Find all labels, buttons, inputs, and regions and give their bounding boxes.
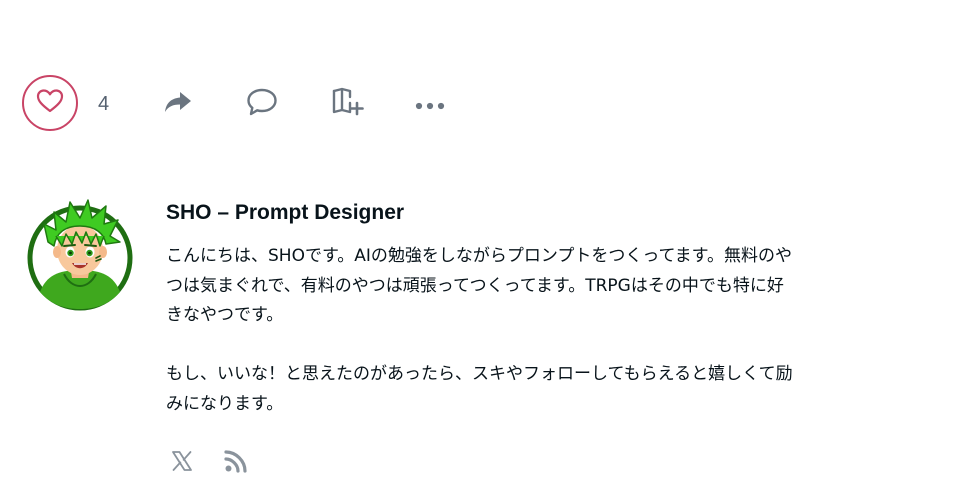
share-arrow-icon bbox=[163, 90, 193, 118]
comment-button[interactable] bbox=[245, 88, 279, 120]
x-link[interactable] bbox=[168, 450, 196, 476]
bio-line: もし、いいな！と思えたのがあったら、スキやフォローしてもらえると嬉しくて励 bbox=[166, 364, 793, 384]
rss-icon bbox=[224, 449, 248, 477]
more-dots-icon bbox=[415, 95, 445, 114]
like-button[interactable] bbox=[22, 75, 78, 131]
heart-icon bbox=[36, 88, 64, 118]
social-links bbox=[168, 450, 268, 478]
bio-paragraph-gap bbox=[166, 331, 946, 361]
bio-line: こんにちは、SHOです。AIの勉強をしながらプロンプトをつくってます。無料のや bbox=[166, 246, 792, 266]
x-logo-icon bbox=[171, 450, 193, 476]
like-count: 4 bbox=[98, 93, 110, 115]
magazine-add-button[interactable] bbox=[331, 87, 365, 121]
bio-line: みになります。 bbox=[166, 393, 284, 414]
share-button[interactable] bbox=[161, 88, 195, 120]
bio-line: きなやつです。 bbox=[166, 305, 284, 325]
rss-link[interactable] bbox=[222, 450, 250, 476]
comment-bubble-icon bbox=[246, 87, 278, 121]
bio-line: つは気まぐれで、有料のやつは頑張ってつくってます。TRPGはその中でも特に好 bbox=[166, 275, 784, 296]
action-bar: 4 bbox=[22, 75, 482, 135]
more-options-button[interactable] bbox=[413, 88, 447, 120]
author-avatar[interactable] bbox=[26, 196, 134, 316]
author-bio: こんにちは、SHOです。AIの勉強をしながらプロンプトをつくってます。無料のや … bbox=[166, 242, 946, 419]
magazine-add-icon bbox=[331, 87, 365, 121]
author-name[interactable]: SHO – Prompt Designer bbox=[166, 200, 404, 226]
